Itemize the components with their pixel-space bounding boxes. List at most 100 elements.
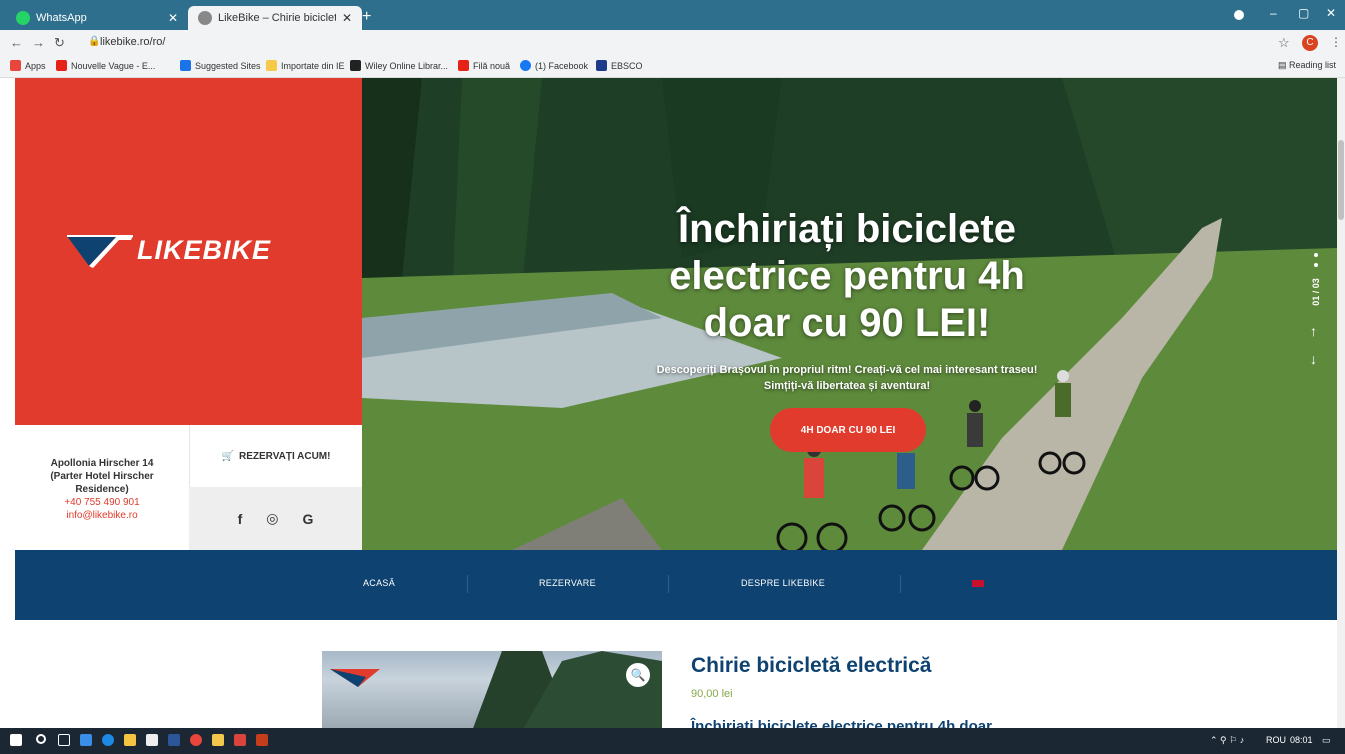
bookmark-label: Apps: [25, 60, 46, 71]
bookmarks-bar: Apps Nouvelle Vague - E... Suggested Sit…: [0, 56, 1345, 78]
hero-subtitle-line: Descoperiți Brașovul în propriul ritm! C…: [656, 364, 1038, 376]
close-icon[interactable]: ✕: [168, 11, 178, 25]
facebook-icon[interactable]: f: [238, 511, 243, 527]
bookmark-suggested-sites[interactable]: Suggested Sites: [180, 60, 261, 71]
contact-info: Apollonia Hirscher 14 (Parter Hotel Hirs…: [15, 425, 189, 550]
profile-avatar[interactable]: C: [1302, 35, 1318, 51]
page-icon: [458, 60, 469, 71]
page-scrollbar[interactable]: [1337, 78, 1345, 728]
logo-text: LIKEBIKE: [137, 234, 272, 265]
url-field[interactable]: likebike.ro/ro/: [100, 36, 165, 48]
restore-button[interactable]: ▢: [1298, 6, 1309, 20]
clock[interactable]: 08:01: [1290, 735, 1313, 745]
edge-icon[interactable]: [80, 734, 92, 746]
hero-subtitle: Descoperiți Brașovul în propriul ritm! C…: [612, 362, 1082, 394]
word-icon[interactable]: [168, 734, 180, 746]
notification-icon[interactable]: ▭: [1322, 735, 1331, 746]
slider-controls: 01 / 03 ↑ ↓: [1306, 253, 1326, 383]
tray-icons[interactable]: ⌃ ⚲ ⚐ ♪: [1210, 735, 1244, 746]
lock-icon: 🔒: [88, 36, 101, 47]
web-page: LIKEBIKE Apollonia Hirscher 14 (Parter H…: [0, 78, 1345, 728]
bookmark-label: EBSCO: [611, 60, 643, 71]
bookmark-importate[interactable]: Importate din IE: [266, 60, 345, 71]
windows-start-icon[interactable]: [10, 734, 22, 746]
nav-item-acasa[interactable]: ACASĂ: [363, 578, 395, 588]
email-link[interactable]: info@likebike.ro: [15, 509, 189, 522]
reload-icon[interactable]: ↻: [54, 35, 65, 51]
bookmark-ebsco[interactable]: EBSCO: [596, 60, 643, 71]
search-icon[interactable]: [36, 734, 46, 744]
nav-item-rezervare[interactable]: REZERVARE: [539, 578, 596, 588]
cart-icon: 🛒: [221, 450, 234, 462]
bookmark-label: Nouvelle Vague - E...: [71, 60, 156, 71]
nav-divider: [900, 575, 901, 593]
phone-link[interactable]: +40 755 490 901: [15, 496, 189, 509]
bookmark-nouvelle-vague[interactable]: Nouvelle Vague - E...: [56, 60, 155, 71]
google-icon[interactable]: G: [303, 511, 314, 527]
bookmark-wiley[interactable]: Wiley Online Librar...: [350, 60, 448, 71]
bookmark-star-icon[interactable]: ☆: [1278, 35, 1290, 51]
hero-subtitle-line: Simțiți-vă libertatea și aventura!: [763, 380, 931, 392]
instagram-icon[interactable]: ◎: [266, 510, 278, 527]
menu-kebab-icon[interactable]: ⋮: [1330, 35, 1342, 49]
slide-counter: 01 / 03: [1310, 278, 1321, 306]
slider-dot[interactable]: [1314, 263, 1318, 267]
acrobat-icon[interactable]: [234, 734, 246, 746]
reading-list-label: Reading list: [1289, 60, 1337, 70]
tab-label: LikeBike – Chirie bicicletă electric: [218, 12, 336, 24]
new-tab-button[interactable]: +: [362, 8, 371, 26]
forward-arrow-icon[interactable]: →: [32, 35, 45, 50]
ie-icon[interactable]: [102, 734, 114, 746]
nav-divider: [668, 575, 669, 593]
address-bar: ← → ↻ 🔒 likebike.ro/ro/ ☆ C ⋮: [0, 30, 1345, 56]
hero-slider: Închiriați biciclete electrice pentru 4h…: [362, 78, 1337, 550]
zoom-icon[interactable]: 🔍: [626, 663, 650, 687]
paint-icon[interactable]: [212, 734, 224, 746]
nav-item-despre[interactable]: DESPRE LIKEBIKE: [741, 578, 825, 588]
reading-list-icon: ▤: [1278, 60, 1290, 70]
tab-likebike[interactable]: LikeBike – Chirie bicicletă electric ✕: [188, 6, 362, 30]
bookmark-label: Wiley Online Librar...: [365, 60, 449, 71]
back-arrow-icon[interactable]: ←: [10, 35, 23, 50]
windows-taskbar: ⌃ ⚲ ⚐ ♪ ROU 08:01 ▭: [0, 728, 1345, 754]
tab-whatsapp[interactable]: WhatsApp ✕: [6, 6, 188, 30]
main-nav: ACASĂ REZERVARE DESPRE LIKEBIKE: [15, 550, 1337, 620]
product-price: 90,00 lei: [691, 688, 733, 700]
youtube-icon: [56, 60, 67, 71]
language-indicator[interactable]: ROU: [1266, 735, 1286, 745]
wiley-icon: [350, 60, 361, 71]
profile-indicator-icon[interactable]: [1234, 10, 1244, 20]
close-window-button[interactable]: ✕: [1326, 6, 1336, 20]
browser-tabstrip: WhatsApp ✕ LikeBike – Chirie bicicletă e…: [0, 0, 1345, 30]
close-icon[interactable]: ✕: [342, 11, 352, 25]
folder-icon: [266, 60, 277, 71]
bookmark-facebook[interactable]: (1) Facebook: [520, 60, 588, 71]
bookmark-label: Filă nouă: [473, 60, 511, 71]
scrollbar-thumb[interactable]: [1338, 140, 1344, 220]
logo-mark-icon: [67, 235, 133, 268]
bing-icon: [180, 60, 191, 71]
slider-up-arrow-icon[interactable]: ↑: [1310, 323, 1317, 339]
store-icon[interactable]: [146, 734, 158, 746]
uk-flag-icon[interactable]: [972, 580, 984, 587]
nav-divider: [467, 575, 468, 593]
hero-cta-button[interactable]: 4H DOAR CU 90 LEI: [770, 408, 926, 452]
address-line: Residence): [75, 484, 129, 495]
site-logo[interactable]: LIKEBIKE: [67, 230, 271, 270]
file-explorer-icon[interactable]: [124, 734, 136, 746]
task-view-icon[interactable]: [58, 734, 70, 746]
slider-down-arrow-icon[interactable]: ↓: [1310, 351, 1317, 367]
brand-panel: LIKEBIKE: [15, 78, 362, 425]
reading-list-button[interactable]: ▤ Reading list: [1278, 60, 1336, 71]
reserve-now-button[interactable]: 🛒 REZERVAȚI ACUM!: [189, 425, 362, 487]
slider-dot[interactable]: [1314, 253, 1318, 257]
chrome-icon[interactable]: [190, 734, 202, 746]
bookmark-apps[interactable]: Apps: [10, 60, 46, 71]
apps-grid-icon: [10, 60, 21, 71]
minimize-button[interactable]: –: [1270, 6, 1277, 20]
tab-label: WhatsApp: [36, 12, 87, 24]
powerpoint-icon[interactable]: [256, 734, 268, 746]
bookmark-fila-noua[interactable]: Filă nouă: [458, 60, 510, 71]
product-image[interactable]: 🔍: [322, 651, 662, 728]
globe-icon: [198, 11, 212, 25]
